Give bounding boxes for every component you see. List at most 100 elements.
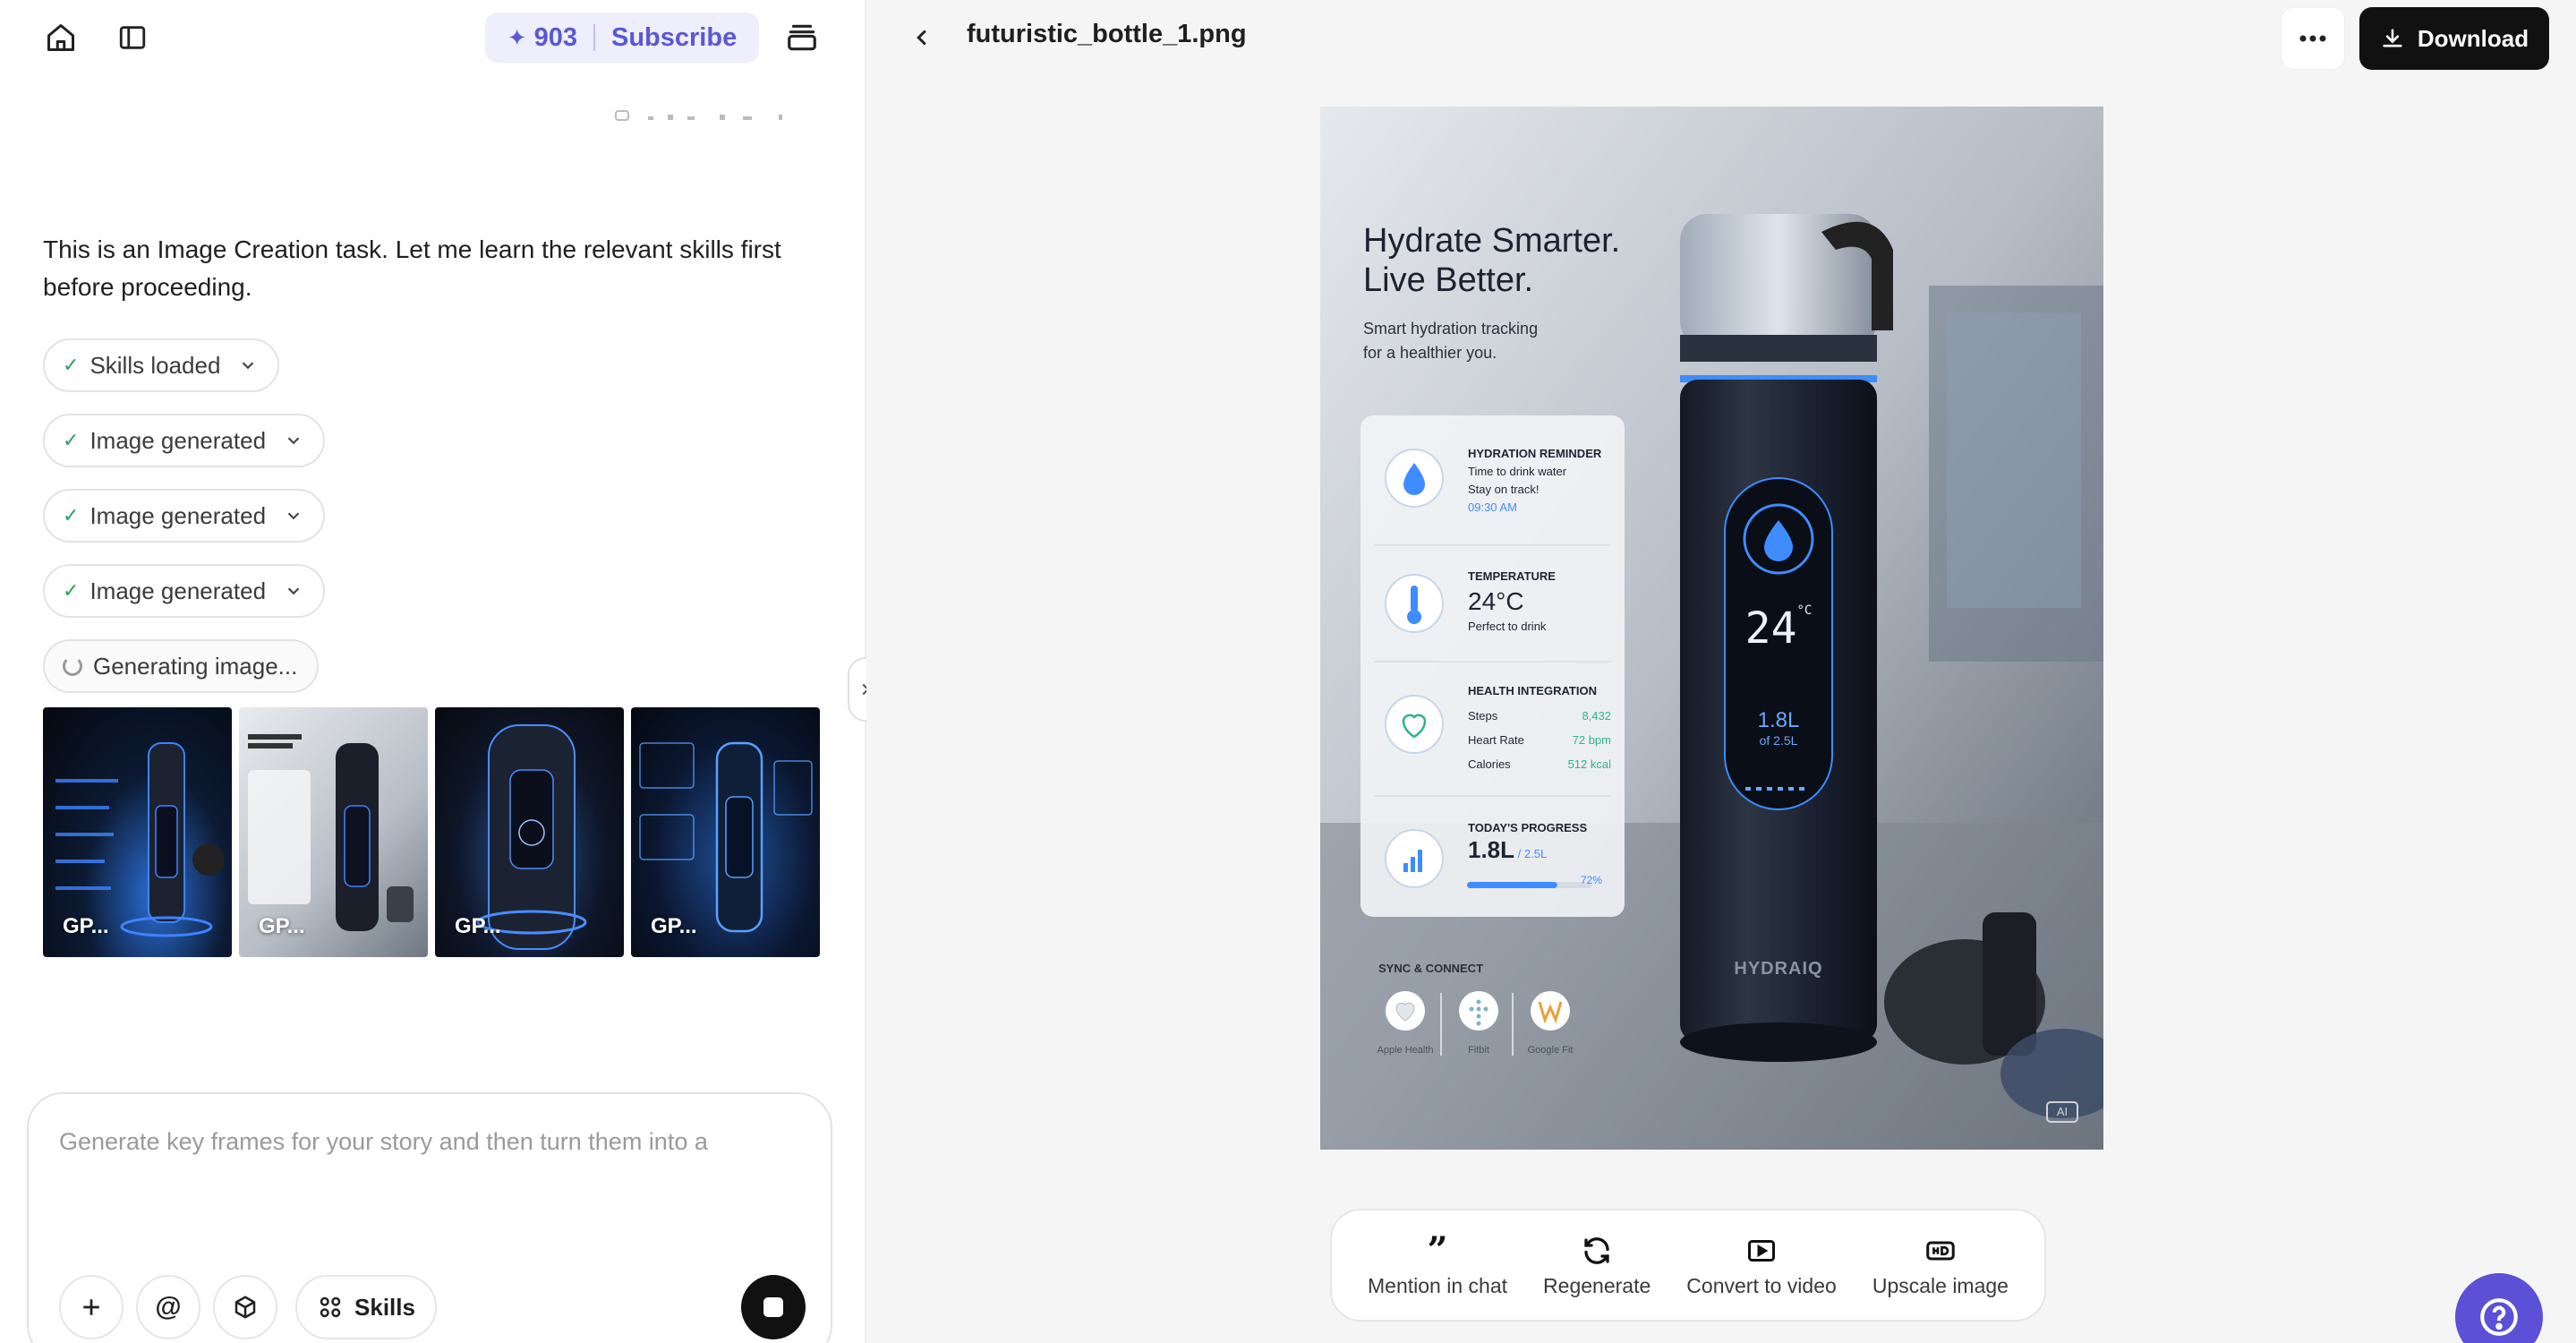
stop-icon <box>763 1297 783 1317</box>
generated-image-preview[interactable]: Hydrate Smarter. Live Better. Smart hydr… <box>1320 107 2103 1150</box>
progress-value: 1.8L <box>1468 836 1515 863</box>
metric-label: Calories <box>1468 757 1511 771</box>
refresh-icon <box>1581 1233 1613 1269</box>
progress-bar-fill <box>1467 882 1557 888</box>
bottle-temp-display: 24°C <box>1741 603 1816 654</box>
sync-title: SYNC & CONNECT <box>1378 962 1484 975</box>
subscribe-link[interactable]: Subscribe <box>611 23 737 53</box>
help-button[interactable] <box>2455 1273 2543 1343</box>
sync-item-label: Fitbit <box>1468 1045 1489 1056</box>
chat-composer: Generate key frames for your story and t… <box>27 1092 832 1343</box>
mention-button[interactable]: @ <box>136 1275 200 1339</box>
chevron-down-icon <box>238 355 258 375</box>
step-image-generated-2[interactable]: ✓ Image generated <box>43 489 326 543</box>
thumbnail-4[interactable]: GP... <box>631 707 820 957</box>
action-label: Regenerate <box>1543 1273 1651 1297</box>
thumbnail-1[interactable]: GP... <box>43 707 232 957</box>
regenerate-button[interactable]: Regenerate <box>1543 1233 1651 1298</box>
step-image-generated-3[interactable]: ✓ Image generated <box>43 564 326 618</box>
grid-icon <box>320 1296 341 1318</box>
back-button[interactable] <box>902 18 942 57</box>
image-sub-line-2: for a healthier you. <box>1363 344 1497 362</box>
skills-button[interactable]: Skills <box>295 1275 437 1339</box>
stack-button[interactable] <box>777 13 827 63</box>
bottle-brand: HYDRAIQ <box>1734 959 1823 979</box>
file-name: futuristic_bottle_1.png <box>967 20 1247 48</box>
card-title: TODAY'S PROGRESS <box>1468 821 1588 834</box>
chevron-down-icon <box>284 431 303 450</box>
composer-input[interactable]: Generate key frames for your story and t… <box>59 1128 708 1156</box>
progress-percent: 72% <box>1581 874 1603 886</box>
progress-total: / 2.5L <box>1517 847 1548 860</box>
upscale-image-button[interactable]: Upscale image <box>1872 1233 2009 1298</box>
convert-to-video-button[interactable]: Convert to video <box>1686 1233 1837 1298</box>
ai-badge: AI <box>2056 1105 2068 1118</box>
stop-generation-button[interactable] <box>741 1275 806 1339</box>
sidebar-icon <box>119 26 146 49</box>
download-button[interactable]: Download <box>2359 7 2549 70</box>
video-icon <box>1745 1233 1778 1269</box>
card-line: Stay on track! <box>1468 483 1540 496</box>
download-label: Download <box>2417 24 2529 52</box>
thumbnail-strip: GP... GP... GP... GP... <box>43 707 820 957</box>
image-subheadline: Smart hydration tracking for a healthier… <box>1363 317 1538 365</box>
thumbnail-label: GP... <box>651 914 697 938</box>
model-button[interactable] <box>213 1275 277 1339</box>
more-options-button[interactable] <box>2281 7 2345 70</box>
card-line: Perfect to drink <box>1468 620 1547 633</box>
step-label: Generating image... <box>93 652 298 680</box>
image-viewer-panel: futuristic_bottle_1.png Download Hydrate… <box>866 0 2576 1343</box>
home-button[interactable] <box>36 13 86 63</box>
plus-icon <box>83 1299 99 1315</box>
viewer-topbar: futuristic_bottle_1.png Download <box>866 0 2576 75</box>
card-temperature: TEMPERATURE 24°C Perfect to drink <box>1468 568 1556 636</box>
step-label: Image generated <box>90 426 267 454</box>
at-icon: @ <box>155 1292 182 1322</box>
card-health-integration: HEALTH INTEGRATION Steps 8,432 Heart Rate… <box>1468 682 1611 776</box>
cube-icon <box>235 1296 256 1319</box>
chat-topbar: ✦ 903 Subscribe <box>0 0 865 75</box>
chevron-left-icon <box>917 30 926 46</box>
card-title: TEMPERATURE <box>1468 569 1556 583</box>
metric-label: Heart Rate <box>1468 733 1524 747</box>
image-headline-line-1: Hydrate Smarter. <box>1363 222 1621 260</box>
hd-icon <box>1924 1233 1957 1269</box>
mention-in-chat-button[interactable]: ” Mention in chat <box>1368 1229 1507 1298</box>
step-image-generated-1[interactable]: ✓ Image generated <box>43 414 326 467</box>
image-sub-line-1: Smart hydration tracking <box>1363 320 1539 338</box>
stack-icon <box>788 24 816 51</box>
step-label: Skills loaded <box>90 351 221 379</box>
card-todays-progress: TODAY'S PROGRESS 1.8L / 2.5L 72% <box>1468 819 1611 886</box>
toggle-sidebar-button[interactable] <box>107 13 158 63</box>
action-label: Upscale image <box>1872 1273 2009 1297</box>
thumbnail-label: GP... <box>455 914 501 938</box>
ellipsis-icon <box>2299 35 2326 42</box>
sync-item-label: Google Fit <box>1527 1045 1574 1056</box>
credits-divider <box>593 24 595 51</box>
bottle-volume-value: 1.8L <box>1757 708 1800 732</box>
check-icon: ✓ <box>63 579 80 602</box>
quote-icon: ” <box>1427 1229 1448 1271</box>
spinner-icon <box>63 656 82 676</box>
action-label: Mention in chat <box>1368 1273 1507 1297</box>
step-generating-image: Generating image... <box>43 639 320 693</box>
step-label: Image generated <box>90 501 267 529</box>
bottle-volume-display: 1.8L of 2.5L <box>1734 708 1823 748</box>
bottle-temp-unit: °C <box>1796 603 1813 618</box>
add-attachment-button[interactable] <box>59 1275 124 1339</box>
action-label: Convert to video <box>1686 1273 1837 1297</box>
thumbnail-3[interactable]: GP... <box>435 707 624 957</box>
image-action-bar: ” Mention in chat Regenerate Convert to … <box>1330 1209 2046 1322</box>
image-headline-line-2: Live Better. <box>1363 261 1534 299</box>
metric-value: 512 kcal <box>1567 757 1611 771</box>
card-time: 09:30 AM <box>1468 500 1517 514</box>
step-label: Image generated <box>90 577 267 604</box>
thumbnail-2[interactable]: GP... <box>239 707 428 957</box>
metric-value: 8,432 <box>1582 709 1611 723</box>
step-skills-loaded[interactable]: ✓ Skills loaded <box>43 338 280 392</box>
card-line: Time to drink water <box>1468 465 1567 478</box>
thumbnail-label: GP... <box>259 914 305 938</box>
sparkle-icon: ✦ <box>507 23 527 51</box>
chat-panel: ✦ 903 Subscribe This is an Image Creatio… <box>0 0 865 1343</box>
credits-subscribe-pill[interactable]: ✦ 903 Subscribe <box>485 13 759 63</box>
